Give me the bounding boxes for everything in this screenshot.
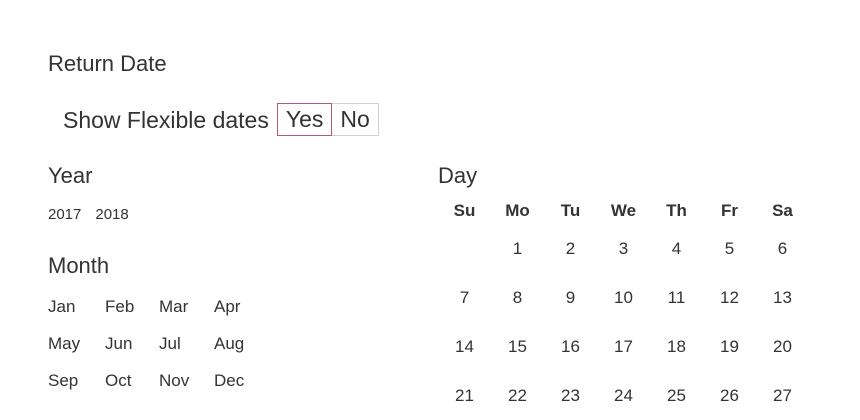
year-option-2017[interactable]: 2017 xyxy=(48,206,81,224)
weekday-header: We xyxy=(610,201,637,220)
calendar-day-cell[interactable]: 20 xyxy=(756,322,809,371)
month-option-oct[interactable]: Oct xyxy=(105,371,159,408)
flexible-dates-row: Show Flexible dates Yes No xyxy=(63,103,379,136)
calendar-day-cell[interactable]: 1 xyxy=(491,224,544,273)
calendar-week-row: 1 2 3 4 5 6 xyxy=(438,224,809,273)
calendar-day-cell[interactable]: 4 xyxy=(650,224,703,273)
calendar-day-cell[interactable]: 10 xyxy=(597,273,650,322)
month-title: Month xyxy=(48,253,110,278)
calendar-day-cell[interactable]: 17 xyxy=(597,322,650,371)
weekday-header-row: Su Mo Tu We Th Fr Sa xyxy=(438,198,809,224)
calendar-day-cell[interactable]: 21 xyxy=(438,371,491,420)
day-title: Day xyxy=(438,163,478,188)
month-option-aug[interactable]: Aug xyxy=(214,334,269,371)
month-option-feb[interactable]: Feb xyxy=(105,297,159,334)
calendar-day-cell[interactable]: 13 xyxy=(756,273,809,322)
month-option-jan[interactable]: Jan xyxy=(48,297,105,334)
weekday-header: Mo xyxy=(505,201,530,220)
flexible-no-button[interactable]: No xyxy=(332,103,379,136)
calendar-day-cell[interactable]: 23 xyxy=(544,371,597,420)
calendar-day-cell[interactable]: 18 xyxy=(650,322,703,371)
calendar-day-cell[interactable]: 5 xyxy=(703,224,756,273)
year-list: 2017 2018 xyxy=(48,206,129,224)
weekday-header: Sa xyxy=(772,201,793,220)
calendar-day-cell[interactable]: 27 xyxy=(756,371,809,420)
year-option-2018[interactable]: 2018 xyxy=(95,206,128,224)
calendar-day-cell[interactable]: 11 xyxy=(650,273,703,322)
weekday-header: Su xyxy=(453,201,476,220)
month-grid: Jan Feb Mar Apr May Jun Jul Aug Sep Oct … xyxy=(48,297,269,408)
month-option-sep[interactable]: Sep xyxy=(48,371,105,408)
month-option-dec[interactable]: Dec xyxy=(214,371,269,408)
calendar-day-cell[interactable]: 14 xyxy=(438,322,491,371)
calendar-day-cell[interactable]: 12 xyxy=(703,273,756,322)
calendar-day-cell[interactable]: 25 xyxy=(650,371,703,420)
month-option-jun[interactable]: Jun xyxy=(105,334,159,371)
year-title: Year xyxy=(48,163,93,188)
calendar-day-cell[interactable]: 6 xyxy=(756,224,809,273)
calendar-week-row: 21 22 23 24 25 26 27 xyxy=(438,371,809,420)
return-date-title: Return Date xyxy=(48,51,167,76)
calendar-day-cell[interactable]: 26 xyxy=(703,371,756,420)
flexible-yes-button[interactable]: Yes xyxy=(276,103,333,136)
calendar-day-cell[interactable]: 16 xyxy=(544,322,597,371)
flexible-dates-label: Show Flexible dates xyxy=(63,106,269,133)
calendar-day-cell[interactable]: 19 xyxy=(703,322,756,371)
calendar-week-row: 7 8 9 10 11 12 13 xyxy=(438,273,809,322)
month-option-apr[interactable]: Apr xyxy=(214,297,269,334)
calendar-day-cell[interactable]: 8 xyxy=(491,273,544,322)
calendar-day-cell[interactable]: 24 xyxy=(597,371,650,420)
calendar-day-cell[interactable]: 2 xyxy=(544,224,597,273)
calendar-day-cell[interactable]: 7 xyxy=(438,273,491,322)
month-option-nov[interactable]: Nov xyxy=(159,371,214,408)
month-option-mar[interactable]: Mar xyxy=(159,297,214,334)
calendar-empty-cell xyxy=(438,224,491,273)
calendar-day-cell[interactable]: 15 xyxy=(491,322,544,371)
weekday-header: Fr xyxy=(721,201,738,220)
calendar-day-cell[interactable]: 9 xyxy=(544,273,597,322)
day-calendar: Su Mo Tu We Th Fr Sa 1 2 3 4 5 6 7 8 9 1… xyxy=(438,198,809,420)
month-option-may[interactable]: May xyxy=(48,334,105,371)
calendar-day-cell[interactable]: 3 xyxy=(597,224,650,273)
weekday-header: Tu xyxy=(560,201,581,220)
calendar-week-row: 14 15 16 17 18 19 20 xyxy=(438,322,809,371)
month-option-jul[interactable]: Jul xyxy=(159,334,214,371)
calendar-day-cell[interactable]: 22 xyxy=(491,371,544,420)
weekday-header: Th xyxy=(666,201,687,220)
